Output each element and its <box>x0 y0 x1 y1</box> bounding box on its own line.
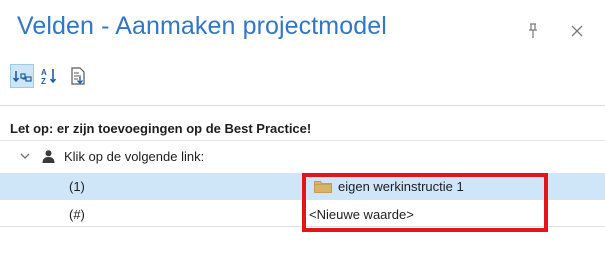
sort-alphabetical-icon: A Z <box>41 68 57 86</box>
highlight-annotation <box>302 173 548 232</box>
person-icon <box>42 150 55 163</box>
chevron-down-icon[interactable] <box>20 153 30 160</box>
categorized-icon <box>12 71 32 83</box>
panel-title: Velden - Aanmaken projectmodel <box>17 12 387 40</box>
close-icon[interactable] <box>570 24 584 38</box>
row-key: (#) <box>69 207 85 222</box>
sort-alphabetical-button[interactable]: A Z <box>38 64 62 88</box>
toolbar-divider <box>0 105 605 106</box>
svg-text:A: A <box>41 68 47 77</box>
group-label: Klik op de volgende link: <box>64 149 205 164</box>
property-pages-icon <box>71 67 85 85</box>
row-key: (1) <box>69 179 85 194</box>
notice-divider <box>0 140 605 141</box>
pin-icon[interactable] <box>527 23 539 39</box>
svg-text:Z: Z <box>41 77 46 86</box>
notice-text: Let op: er zijn toevoegingen op de Best … <box>10 121 312 136</box>
property-pages-button[interactable] <box>66 64 90 88</box>
categorized-button[interactable] <box>10 64 34 88</box>
